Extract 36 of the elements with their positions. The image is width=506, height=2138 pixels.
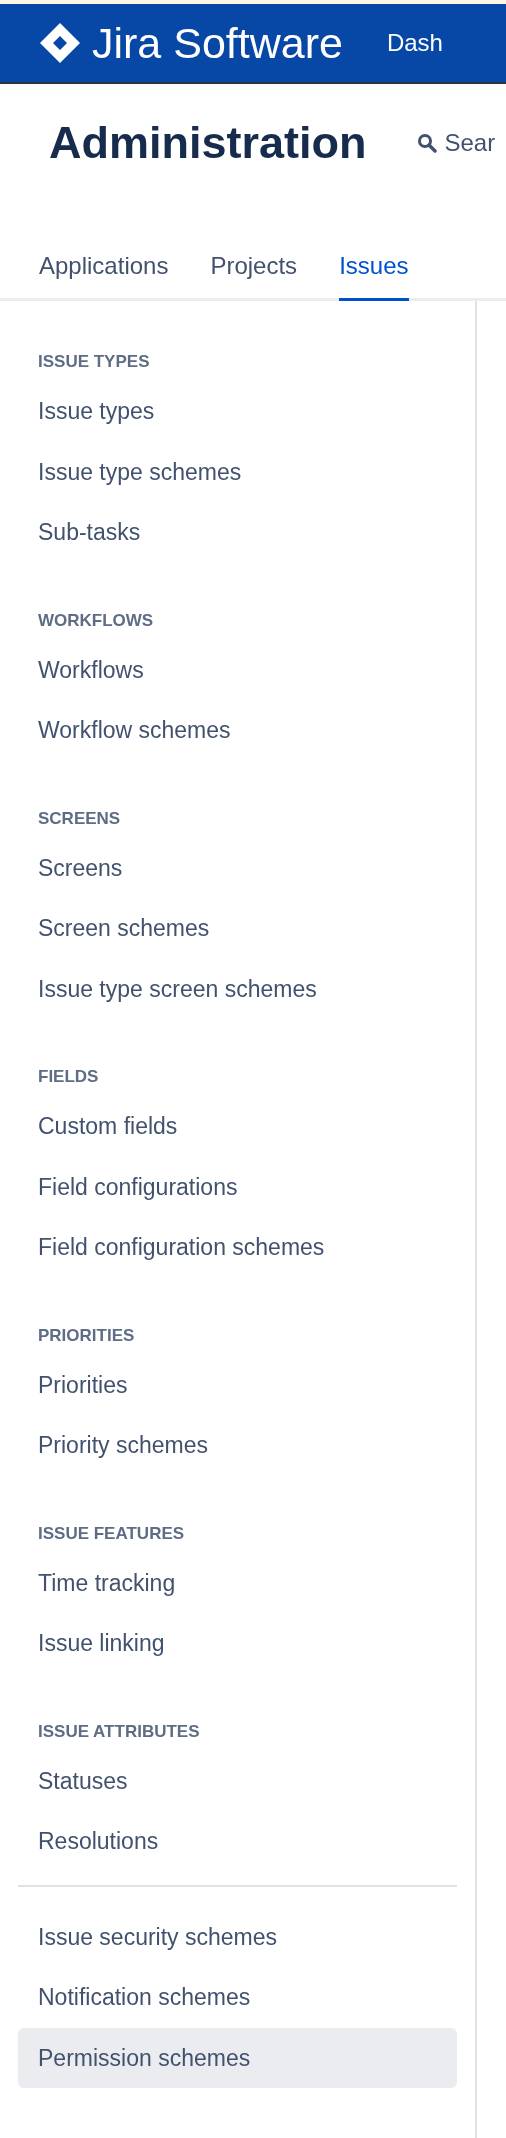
sidebar-item[interactable]: Permission schemes (18, 2027, 457, 2088)
section-heading: SCREENS (38, 807, 122, 830)
sidebar-item[interactable]: Custom fields (18, 1096, 457, 1157)
sidebar-item[interactable]: Screens (18, 837, 457, 898)
section-heading: PRIORITIES (38, 1324, 136, 1347)
section-heading: ISSUE TYPES (38, 351, 151, 374)
tab[interactable]: Applications (39, 248, 169, 301)
section-heading: ISSUE ATTRIBUTES (38, 1720, 201, 1743)
sidebar-item[interactable]: Issue linking (18, 1613, 457, 1674)
sidebar-item[interactable]: Priority schemes (18, 1415, 457, 1476)
sidebar-item[interactable]: Issue type screen schemes (18, 958, 457, 1019)
tab[interactable]: Issues (339, 248, 409, 301)
section-heading: WORKFLOWS (38, 609, 155, 632)
sidebar-item[interactable]: Workflow schemes (18, 700, 457, 761)
sidebar-item[interactable]: Workflows (18, 639, 457, 700)
search-icon (416, 133, 437, 153)
section-heading: FIELDS (38, 1066, 100, 1089)
sidebar-item[interactable]: Sub-tasks (18, 502, 457, 563)
tab[interactable]: Projects (210, 248, 298, 301)
nav-link[interactable]: Dash (386, 25, 443, 61)
sidebar-item[interactable]: Field configuration schemes (18, 1217, 457, 1278)
page-title: Administration (49, 116, 367, 171)
sidebar-item[interactable]: Screen schemes (18, 898, 457, 959)
sidebar-item[interactable]: Statuses (18, 1750, 457, 1811)
sidebar-item[interactable]: Issue types (18, 381, 457, 442)
sidebar-item[interactable]: Priorities (18, 1354, 457, 1415)
section-heading: ISSUE FEATURES (38, 1522, 186, 1545)
search-link[interactable]: Sear (416, 125, 496, 161)
sidebar-item[interactable]: Field configurations (18, 1156, 457, 1217)
sidebar-item[interactable]: Issue type schemes (18, 441, 457, 502)
diamond-logo-icon (40, 23, 80, 63)
sidebar-item[interactable]: Notification schemes (18, 1967, 457, 2028)
sidebar-item[interactable]: Time tracking (18, 1552, 457, 1613)
sidebar-item[interactable]: Issue security schemes (18, 1906, 457, 1967)
product-name: Jira Software (92, 17, 343, 69)
sidebar-item[interactable]: Resolutions (18, 1811, 457, 1872)
